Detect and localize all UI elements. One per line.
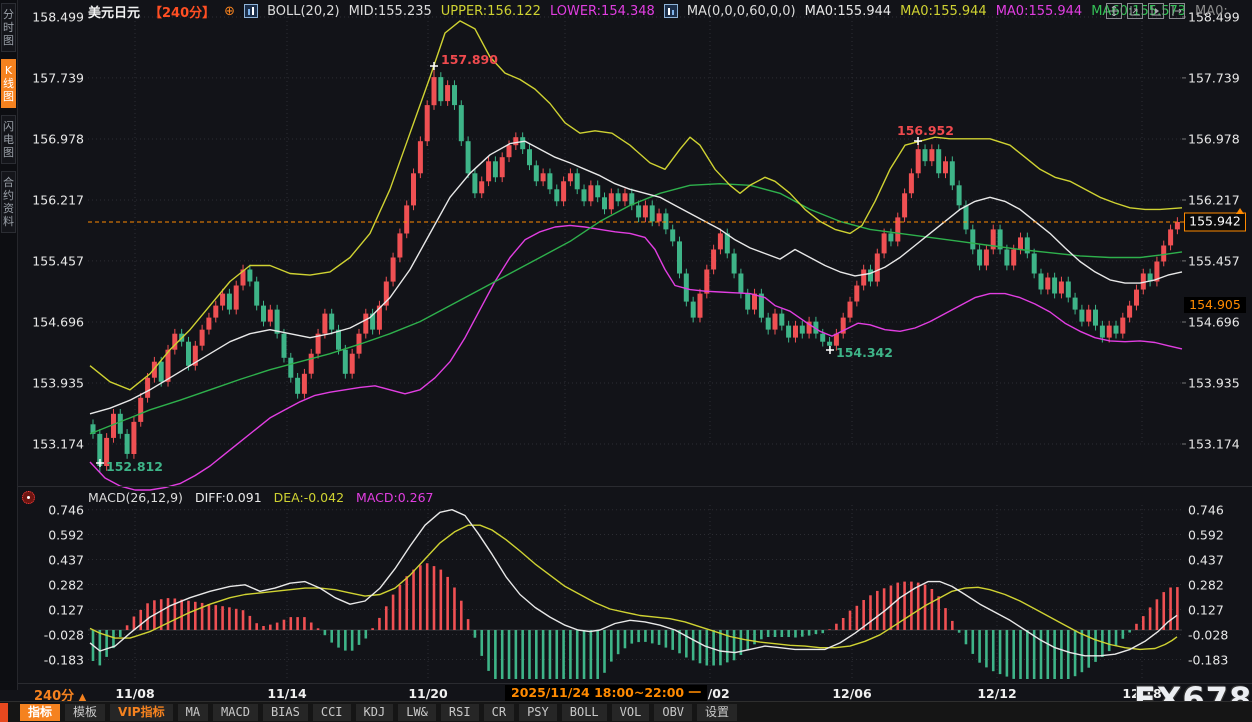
toolbar-button-BOLL[interactable]: BOLL: [562, 704, 607, 721]
period-tag: 【240分】: [149, 2, 215, 21]
ma-value: MA0:155.944: [805, 4, 892, 19]
price-axis-label: 158.499: [30, 10, 84, 25]
chart-type-sidebar: 分时图 K线图闪电图合约资料: [0, 0, 18, 690]
pan-right-icon[interactable]: [1169, 3, 1185, 19]
price-axis-label: 154.696: [1188, 315, 1240, 330]
price-axis-label: 157.739: [30, 70, 84, 85]
macd-macd-value: MACD:0.267: [356, 490, 433, 505]
x-axis-date: 12/06: [832, 686, 871, 701]
axis-play-icon[interactable]: [1148, 3, 1164, 19]
macd-axis-label: 0.282: [1188, 577, 1224, 592]
price-arrow-icon: [1236, 208, 1244, 214]
toolbar-button-LW&[interactable]: LW&: [398, 704, 436, 721]
boll-upper-value: UPPER:156.122: [441, 4, 541, 19]
boll-label: BOLL(20,2): [267, 4, 340, 19]
toolbar-button-CCI[interactable]: CCI: [313, 704, 351, 721]
macd-axis-label: 0.127: [1188, 602, 1224, 617]
ma-label: MA(0,0,0,60,0,0): [687, 4, 796, 19]
x-axis-date: 11/14: [267, 686, 306, 701]
macd-indicator-dot-icon[interactable]: [22, 491, 35, 504]
ma-value: MA0:155.944: [900, 4, 987, 19]
price-axis-label: 153.174: [30, 437, 84, 452]
corner-accent: [0, 703, 8, 722]
macd-axis-label: 0.437: [1188, 552, 1224, 567]
price-annotation: 156.952: [897, 123, 954, 138]
macd-axis-label: -0.028: [30, 627, 84, 642]
toolbar-button-CR[interactable]: CR: [484, 704, 514, 721]
toolbar-button-PSY[interactable]: PSY: [519, 704, 557, 721]
price-annotation: 157.890: [441, 52, 498, 67]
price-axis-label: 155.457: [30, 253, 84, 268]
macd-axis-label: 0.592: [1188, 527, 1224, 542]
price-annotation: 154.342: [836, 345, 893, 360]
macd-header: MACD(26,12,9) DIFF:0.091 DEA:-0.042 MACD…: [88, 490, 434, 505]
x-axis-date: 12/12: [977, 686, 1016, 701]
macd-label: MACD(26,12,9): [88, 490, 183, 505]
chart-header: 美元日元 【240分】 ⊕ BOLL(20,2) MID:155.235 UPP…: [88, 3, 1228, 19]
toolbar-button-BIAS[interactable]: BIAS: [263, 704, 308, 721]
macd-dea-value: DEA:-0.042: [274, 490, 344, 505]
price-axis-label: 153.935: [1188, 376, 1240, 391]
sidebar-item-分时图[interactable]: 分时图: [1, 3, 16, 52]
price-axis-label: 156.978: [30, 132, 84, 147]
sidebar-item-闪电图[interactable]: 闪电图: [1, 115, 16, 164]
macd-axis-label: 0.437: [30, 552, 84, 567]
macd-diff-value: DIFF:0.091: [195, 490, 262, 505]
x-axis-date: 11/08: [115, 686, 154, 701]
toolbar-button-VIP指标[interactable]: VIP指标: [110, 704, 173, 721]
crosshair-date-tooltip: 2025/11/24 18:00~22:00 一: [505, 685, 707, 701]
chart-canvas[interactable]: [0, 0, 1252, 722]
x-axis-date: 11/20: [408, 686, 447, 701]
ma-indicator-icon[interactable]: [664, 4, 678, 18]
boll-lower-value: LOWER:154.348: [550, 4, 655, 19]
price-axis-label: 156.217: [30, 193, 84, 208]
toolbar-button-MA[interactable]: MA: [178, 704, 208, 721]
price-axis-label: 155.457: [1188, 253, 1240, 268]
macd-axis-label: -0.183: [1188, 652, 1228, 667]
sidebar-item-K线图[interactable]: K线图: [1, 59, 16, 108]
macd-axis-label: 0.592: [30, 527, 84, 542]
macd-axis-label: -0.183: [30, 652, 84, 667]
ma-value: MA0:: [1195, 4, 1228, 19]
macd-axis-label: 0.127: [30, 602, 84, 617]
sidebar-item-合约资料[interactable]: 合约资料: [1, 171, 16, 233]
toolbar-button-设置[interactable]: 设置: [697, 704, 737, 721]
secondary-price-tag: 154.905: [1184, 297, 1246, 313]
price-axis-label: 156.217: [1188, 193, 1240, 208]
axis-zoom-icon[interactable]: [1127, 3, 1143, 19]
price-axis-label: 153.174: [1188, 437, 1240, 452]
move-icon[interactable]: [1106, 3, 1122, 19]
boll-mid-value: MID:155.235: [349, 4, 432, 19]
toolbar-button-指标[interactable]: 指标: [20, 704, 60, 721]
instrument-title: 美元日元: [88, 2, 140, 21]
price-annotation: 152.812: [106, 459, 163, 474]
toolbar-button-KDJ[interactable]: KDJ: [356, 704, 394, 721]
toolbar-button-OBV[interactable]: OBV: [654, 704, 692, 721]
toolbar-button-MACD[interactable]: MACD: [213, 704, 258, 721]
axis-divider: [0, 683, 1252, 684]
price-axis-label: 153.935: [30, 376, 84, 391]
indicator-toolbar: 指标模板 VIP指标 MA MACD BIAS CCI KDJLW&RSI CR PSY BOLL…: [0, 701, 1252, 722]
macd-axis-label: 0.746: [1188, 502, 1224, 517]
chart-tools: [1106, 3, 1185, 19]
price-axis-label: 157.739: [1188, 70, 1240, 85]
ma-value: MA0:155.944: [996, 4, 1083, 19]
price-axis-label: 154.696: [30, 315, 84, 330]
toolbar-button-RSI[interactable]: RSI: [441, 704, 479, 721]
macd-axis-label: 0.746: [30, 502, 84, 517]
price-axis-label: 156.978: [1188, 132, 1240, 147]
macd-axis-label: 0.282: [30, 577, 84, 592]
last-price-tag: 155.942: [1184, 213, 1246, 232]
toolbar-button-VOL[interactable]: VOL: [612, 704, 650, 721]
boll-indicator-icon[interactable]: [244, 4, 258, 18]
panel-divider: [0, 486, 1252, 487]
toolbar-button-模板[interactable]: 模板: [65, 704, 105, 721]
add-indicator-icon[interactable]: ⊕: [224, 4, 235, 19]
macd-axis-label: -0.028: [1188, 627, 1228, 642]
